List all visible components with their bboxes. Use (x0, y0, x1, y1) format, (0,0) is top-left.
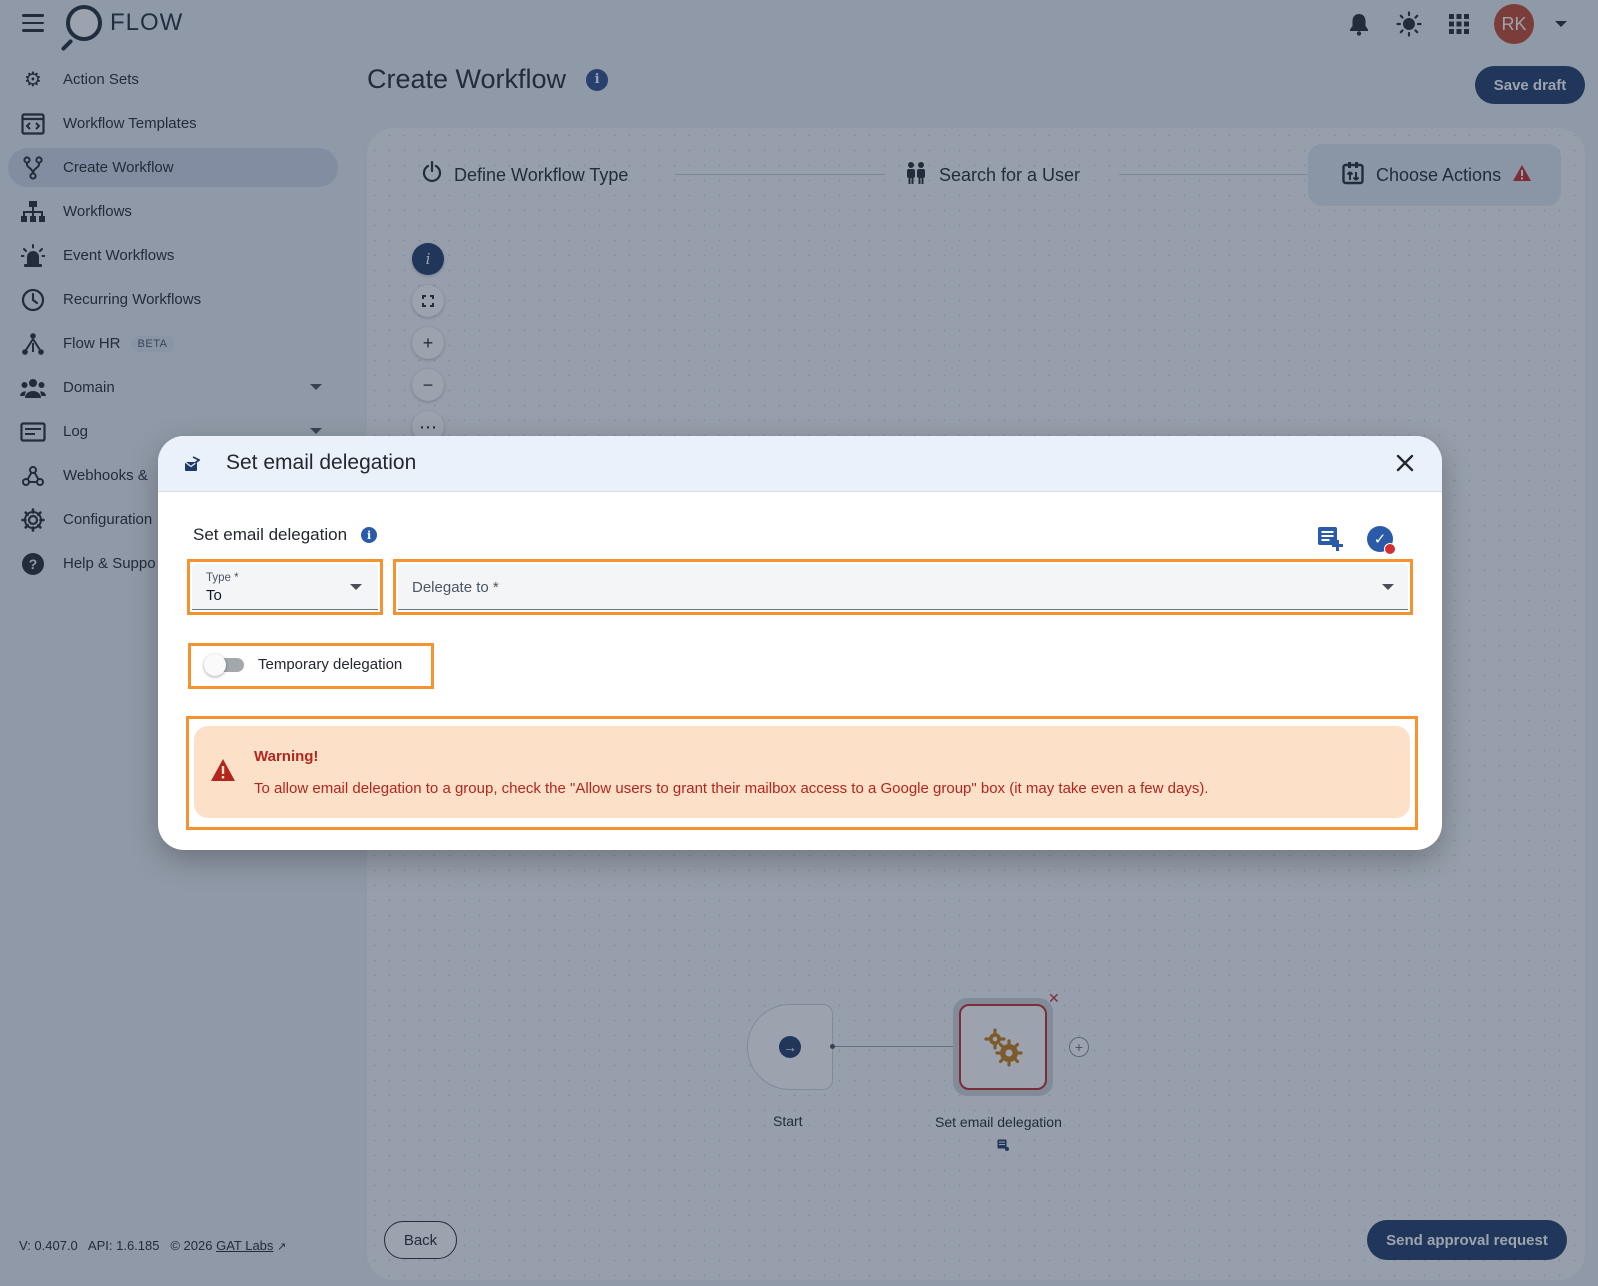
temporary-delegation-toggle[interactable]: Temporary delegation (204, 653, 403, 676)
set-email-delegation-dialog: Set email delegation Set email delegatio… (158, 436, 1442, 850)
section-title: Set email delegation i (193, 525, 378, 545)
type-select[interactable]: Type * To (192, 564, 378, 610)
warning-alert: Warning! To allow email delegation to a … (194, 726, 1410, 818)
email-delegation-icon (184, 456, 201, 472)
type-field-value: To (206, 587, 222, 604)
add-note-icon[interactable] (1315, 524, 1345, 554)
validate-check-icon[interactable]: ✓ (1365, 524, 1396, 555)
dialog-header: Set email delegation (158, 436, 1442, 492)
warning-title: Warning! (254, 748, 319, 765)
toggle-label: Temporary delegation (258, 656, 403, 673)
info-icon[interactable]: i (361, 527, 378, 543)
delegate-to-select[interactable]: Delegate to * (398, 564, 1408, 610)
dialog-title: Set email delegation (226, 451, 417, 474)
delegate-to-placeholder: Delegate to * (412, 579, 499, 596)
section-title-text: Set email delegation (193, 525, 348, 544)
toggle-switch[interactable] (204, 653, 244, 676)
chevron-down-icon (1382, 584, 1394, 590)
chevron-down-icon (350, 584, 362, 590)
warning-icon (210, 758, 236, 782)
warning-text: To allow email delegation to a group, ch… (254, 780, 1209, 797)
type-field-label: Type * (206, 572, 239, 584)
close-icon[interactable] (1390, 448, 1420, 478)
